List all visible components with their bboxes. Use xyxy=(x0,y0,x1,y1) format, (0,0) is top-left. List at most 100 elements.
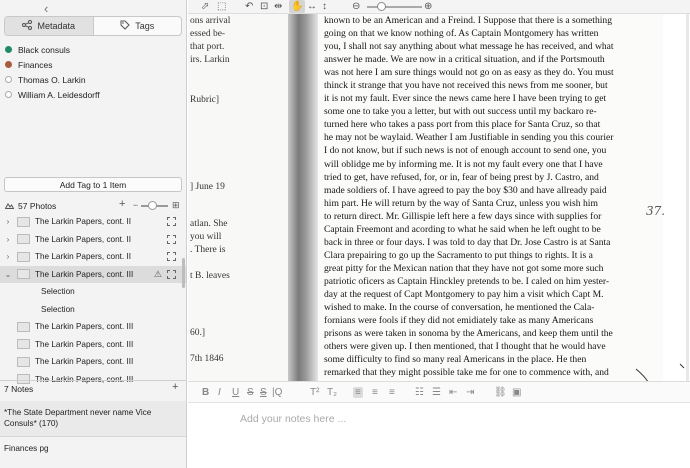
document-text-line: him part. He will return by the way of S… xyxy=(324,197,598,209)
quote-icon[interactable]: |Q xyxy=(272,387,282,398)
chevron-right-icon[interactable]: › xyxy=(3,252,13,261)
photo-thumbnail xyxy=(17,339,30,350)
tag-color-dot xyxy=(5,76,12,83)
photo-row-selected[interactable]: ⌄ The Larkin Papers, cont. III ⚠ xyxy=(0,265,186,283)
photo-title: The Larkin Papers, cont. II xyxy=(35,217,132,227)
sidebar-scrollbar[interactable] xyxy=(182,258,185,288)
photo-thumbnail xyxy=(17,356,30,367)
zoom-in-icon[interactable]: ⊕ xyxy=(424,0,432,13)
photo-row[interactable]: › The Larkin Papers, cont. II xyxy=(0,248,186,266)
fit-height-icon[interactable]: ↕ xyxy=(322,0,327,13)
left-page-line: irs. Larkin xyxy=(190,55,230,65)
tag-item-black-consuls[interactable]: Black consuls xyxy=(0,42,186,57)
italic-icon[interactable]: I xyxy=(218,387,221,398)
document-text-line: answer he made. We are now in a critical… xyxy=(324,54,605,66)
strikethrough-icon[interactable]: S xyxy=(247,387,254,398)
tab-tags[interactable]: Tags xyxy=(92,17,182,35)
numbered-list-icon[interactable]: ☰ xyxy=(432,387,441,398)
subscript-icon[interactable]: T₂ xyxy=(327,387,337,398)
selection-rect-icon[interactable]: ⬚ xyxy=(217,0,226,13)
document-text-line: Clara prepairing to go up the Sacramento… xyxy=(324,249,593,261)
tag-item-finances[interactable]: Finances xyxy=(0,57,186,72)
zoom-slider-knob[interactable] xyxy=(377,2,386,11)
indent-icon[interactable]: ⇥ xyxy=(466,387,474,398)
photo-title: The Larkin Papers, cont. III xyxy=(35,322,134,332)
share-icon xyxy=(22,20,33,32)
photo-title: The Larkin Papers, cont. II xyxy=(35,252,132,262)
add-note-icon[interactable]: + xyxy=(172,381,178,393)
align-center-icon[interactable]: ≡ xyxy=(372,387,378,398)
sidebar-segmented-control: Metadata Tags xyxy=(4,16,182,36)
align-left-icon[interactable]: ≡ xyxy=(353,387,363,398)
photo-row[interactable]: The Larkin Papers, cont. III xyxy=(0,353,186,371)
document-text-line: going on that we know nothing of. As Cap… xyxy=(324,28,599,40)
hand-tool-icon[interactable]: ✋ xyxy=(289,0,306,13)
outdent-icon[interactable]: ⇤ xyxy=(449,387,457,398)
add-tag-button[interactable]: Add Tag to 1 Item xyxy=(4,177,182,192)
zoom-out-thumbs-icon[interactable]: − xyxy=(133,200,138,210)
chevron-right-icon[interactable]: › xyxy=(3,235,13,244)
zoom-slider[interactable] xyxy=(367,6,422,8)
tag-item-thomas-larkin[interactable]: Thomas O. Larkin xyxy=(0,72,186,87)
selection-box-icon xyxy=(167,269,176,279)
selection-row[interactable]: Selection xyxy=(0,301,186,319)
tag-list: Black consuls Finances Thomas O. Larkin … xyxy=(0,42,186,102)
align-right-icon[interactable]: ≡ xyxy=(389,387,395,398)
photo-title: The Larkin Papers, cont. III xyxy=(35,339,134,349)
grid-view-icon[interactable]: ⊞ xyxy=(172,200,180,211)
photo-row[interactable]: › The Larkin Papers, cont. II xyxy=(0,213,186,231)
crop-icon[interactable]: ⊡ xyxy=(260,0,268,13)
document-text-line: it is not my fault. Ever since the news … xyxy=(324,93,607,105)
document-scrollbar[interactable] xyxy=(686,14,689,381)
double-strike-icon[interactable]: S xyxy=(260,387,267,398)
left-page-line: . There is xyxy=(190,245,226,255)
selection-row[interactable]: Selection xyxy=(0,283,186,301)
notes-editor-placeholder: Add your notes here ... xyxy=(240,413,347,425)
document-text-line: others were given up. I then mentioned, … xyxy=(324,341,606,353)
chevron-right-icon[interactable]: › xyxy=(3,217,13,226)
chevron-down-icon[interactable]: ⌄ xyxy=(3,270,13,279)
left-page-line: 60.] xyxy=(190,328,206,338)
document-viewer[interactable]: ons arrival essed be- that port. irs. La… xyxy=(188,14,690,381)
bold-icon[interactable]: B xyxy=(202,387,209,398)
rotate-icon[interactable]: ↶ xyxy=(245,0,253,13)
document-text-line: known to be an American and a Freind. I … xyxy=(324,15,613,26)
bullet-list-icon[interactable]: ☷ xyxy=(415,387,424,398)
photo-row[interactable]: › The Larkin Papers, cont. II xyxy=(0,231,186,249)
superscript-icon[interactable]: T² xyxy=(310,387,319,398)
note-item[interactable]: *The State Department never name Vice Co… xyxy=(0,401,186,437)
zoom-out-icon[interactable]: ⊖ xyxy=(352,0,360,13)
warning-icon: ⚠ xyxy=(153,268,162,279)
tag-item-william-leidesdorff[interactable]: William A. Leidesdorff xyxy=(0,87,186,102)
document-text-line: you, I shall not say anything about what… xyxy=(324,41,614,53)
photo-title: The Larkin Papers, cont. III xyxy=(35,269,134,279)
back-chevron-icon[interactable]: ‹ xyxy=(44,1,48,16)
fit-width-icon[interactable]: ↔ xyxy=(307,0,317,13)
link-icon[interactable]: ⛓ xyxy=(494,387,507,398)
selection-box-icon xyxy=(167,217,176,227)
flip-icon[interactable]: ⇹ xyxy=(274,0,282,13)
photo-thumbnail xyxy=(17,216,30,227)
document-text-line: wished to make. In the course of convers… xyxy=(324,302,595,314)
underline-icon[interactable]: U xyxy=(232,387,239,398)
left-page-line: 7th 1846 xyxy=(190,354,224,364)
document-text-line: was not here I am sure things would not … xyxy=(324,67,614,79)
tag-label: Thomas O. Larkin xyxy=(18,74,86,85)
notes-editor[interactable]: Add your notes here ... xyxy=(188,403,690,468)
add-photo-icon[interactable]: + xyxy=(119,198,125,210)
document-text-line: will oblidge me by informing me. It is n… xyxy=(324,158,603,170)
photo-thumbnail xyxy=(17,269,30,280)
photo-row[interactable]: The Larkin Papers, cont. III xyxy=(0,336,186,354)
document-text-line: prisons as were taken in sonoma by the A… xyxy=(324,328,613,340)
document-text-line: some difficulty to find so many real Ame… xyxy=(324,354,587,366)
thumbnail-size-knob[interactable] xyxy=(148,201,157,210)
document-text-line: fornians were fools if they did not emid… xyxy=(324,315,594,327)
tab-metadata[interactable]: Metadata xyxy=(5,17,93,35)
pointer-tool-icon[interactable]: ⬀ xyxy=(201,0,209,13)
document-text-line: some one to take you a letter, but with … xyxy=(324,106,597,118)
note-item[interactable]: Finances pg xyxy=(4,444,49,453)
image-insert-icon[interactable]: ▣ xyxy=(512,387,521,398)
photo-row[interactable]: The Larkin Papers, cont. III xyxy=(0,318,186,336)
document-text-line: to return direct. Mr. Gillispie left her… xyxy=(324,210,602,222)
document-text-line: tried to get, have refused, for, or in, … xyxy=(324,171,599,183)
